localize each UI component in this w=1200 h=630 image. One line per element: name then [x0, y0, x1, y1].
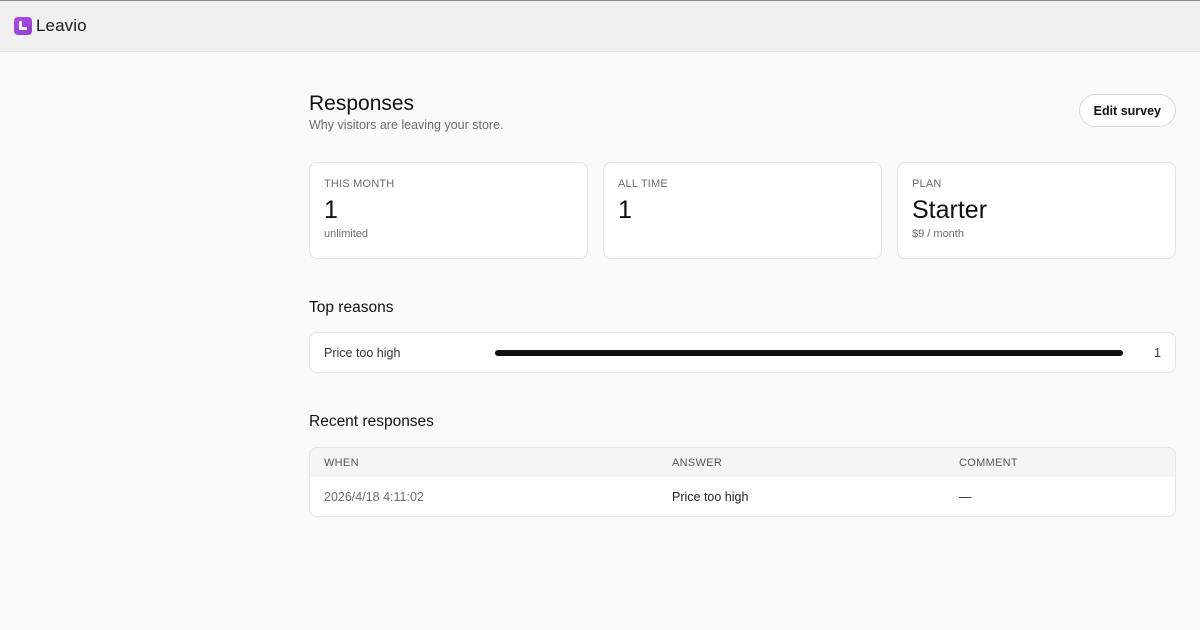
stat-label: THIS MONTH	[324, 178, 395, 190]
stat-label: ALL TIME	[618, 178, 668, 190]
column-header-when: WHEN	[324, 456, 359, 469]
column-header-comment: COMMENT	[959, 456, 1018, 469]
stat-card-all-time: ALL TIME 1	[603, 162, 882, 259]
edit-survey-button[interactable]: Edit survey	[1078, 94, 1176, 127]
reason-bar-track	[495, 349, 1123, 356]
responses-table: WHEN ANSWER COMMENT 2026/4/18 4:11:02 Pr…	[309, 447, 1176, 517]
leavio-logo-icon[interactable]	[14, 17, 32, 35]
reason-row: Price too high 1	[309, 332, 1176, 373]
page-title: Responses	[309, 92, 415, 115]
reason-bar-fill	[495, 349, 1123, 356]
stat-note: $9 / month	[912, 228, 964, 240]
recent-responses-title: Recent responses	[309, 413, 434, 430]
stat-value: 1	[618, 196, 632, 224]
cell-comment: —	[959, 489, 972, 504]
top-reasons-title: Top reasons	[309, 299, 394, 316]
top-bar: Leavio	[0, 0, 1200, 52]
stat-value: Starter	[912, 196, 988, 224]
stat-card-plan: PLAN Starter $9 / month	[897, 162, 1176, 259]
table-header: WHEN ANSWER COMMENT	[310, 448, 1175, 477]
stat-note: unlimited	[324, 228, 369, 240]
column-header-answer: ANSWER	[672, 456, 723, 469]
table-row: 2026/4/18 4:11:02 Price too high —	[310, 477, 1175, 516]
stat-card-this-month: THIS MONTH 1 unlimited	[309, 162, 588, 259]
cell-when: 2026/4/18 4:11:02	[324, 489, 424, 504]
brand-name[interactable]: Leavio	[36, 16, 87, 36]
main-content: Responses Why visitors are leaving your …	[309, 52, 1176, 517]
stat-value: 1	[324, 196, 338, 224]
page-subtitle: Why visitors are leaving your store.	[309, 118, 504, 132]
reason-count: 1	[1154, 345, 1161, 360]
page-header: Responses Why visitors are leaving your …	[309, 52, 1176, 162]
stat-label: PLAN	[912, 178, 942, 190]
stats-row: THIS MONTH 1 unlimited ALL TIME 1 PLAN S…	[309, 162, 1176, 259]
cell-answer: Price too high	[672, 489, 749, 504]
reason-label: Price too high	[324, 345, 401, 360]
